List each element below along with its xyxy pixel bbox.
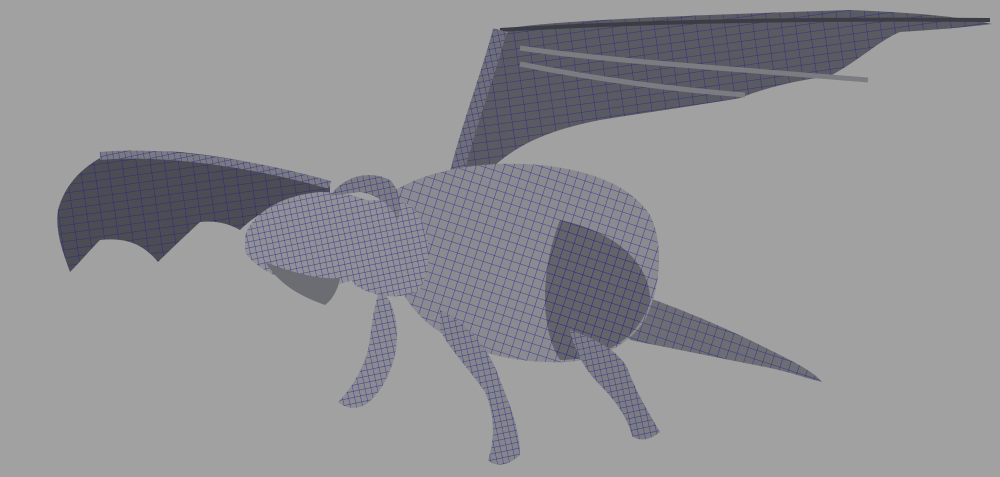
3d-viewport[interactable] — [0, 0, 1000, 477]
front-left-leg[interactable] — [338, 290, 397, 408]
model-canvas[interactable] — [0, 0, 1000, 477]
right-wing[interactable] — [448, 10, 992, 182]
